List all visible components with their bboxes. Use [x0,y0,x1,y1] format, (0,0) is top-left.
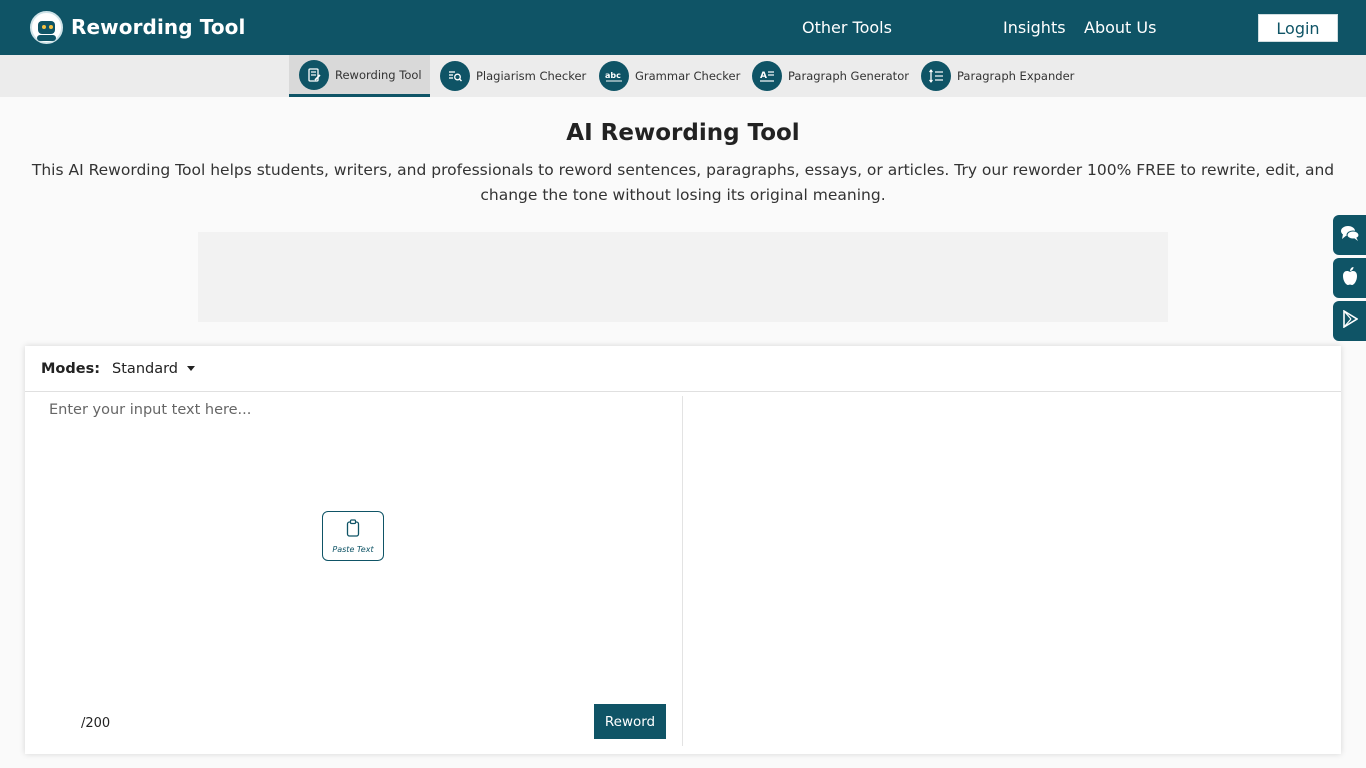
login-button[interactable]: Login [1258,14,1338,42]
page-title: AI Rewording Tool [566,120,800,146]
tool-label: Grammar Checker [635,69,741,83]
caret-down-icon [187,366,196,371]
top-navbar: Rewording Tool Other Tools Insights Abou… [0,0,1366,55]
chat-button[interactable] [1333,215,1366,255]
tool-label: Plagiarism Checker [476,69,587,83]
panel-divider [682,396,683,746]
clipboard-icon [346,518,360,541]
text-lines-icon: A [752,61,782,91]
search-lines-icon [440,61,470,91]
modes-row: Modes: Standard [25,346,1341,392]
nav-about-us[interactable]: About Us [1084,18,1156,37]
tool-label: Paragraph Expander [957,69,1075,83]
tool-tab-paragraph-generator[interactable]: A Paragraph Generator [742,55,911,97]
reword-button[interactable]: Reword [594,704,666,739]
paste-text-button[interactable]: Paste Text [322,511,384,561]
tool-tab-rewording-tool[interactable]: Rewording Tool [289,55,430,97]
rewording-editor: Modes: Standard Paste Text /200 Reword [25,346,1341,754]
abc-check-icon: abc [599,61,629,91]
paste-text-label: Paste Text [332,544,374,554]
brand-link[interactable]: Rewording Tool [30,10,245,44]
play-store-icon [1342,309,1359,332]
output-panel [687,398,1337,748]
modes-label: Modes: [41,360,101,377]
nav-other-tools[interactable]: Other Tools [802,18,892,37]
tool-tab-paragraph-expander[interactable]: Paragraph Expander [911,55,1081,97]
selected-mode: Standard [112,360,179,377]
expand-lines-icon [921,61,951,91]
svg-text:A: A [760,71,767,81]
tools-bar: Rewording Tool Plagiarism Checker abc Gr… [0,55,1366,97]
svg-text:abc: abc [605,71,621,80]
ad-placeholder [198,232,1168,322]
play-store-button[interactable] [1333,301,1366,341]
tool-tab-grammar-checker[interactable]: abc Grammar Checker [589,55,742,97]
chat-icon [1340,224,1360,246]
brand-name: Rewording Tool [71,15,246,39]
tool-tab-plagiarism-checker[interactable]: Plagiarism Checker [430,55,589,97]
tool-label: Paragraph Generator [788,69,909,83]
nav-insights[interactable]: Insights [1003,18,1066,37]
page-description: This AI Rewording Tool helps students, w… [31,161,1335,204]
word-counter: /200 [81,716,111,731]
tool-label: Rewording Tool [335,67,422,82]
robot-logo-icon [30,10,63,44]
modes-dropdown[interactable]: Standard [112,360,196,377]
app-store-button[interactable] [1333,258,1366,298]
document-edit-icon [299,59,329,90]
apple-icon [1342,266,1358,290]
